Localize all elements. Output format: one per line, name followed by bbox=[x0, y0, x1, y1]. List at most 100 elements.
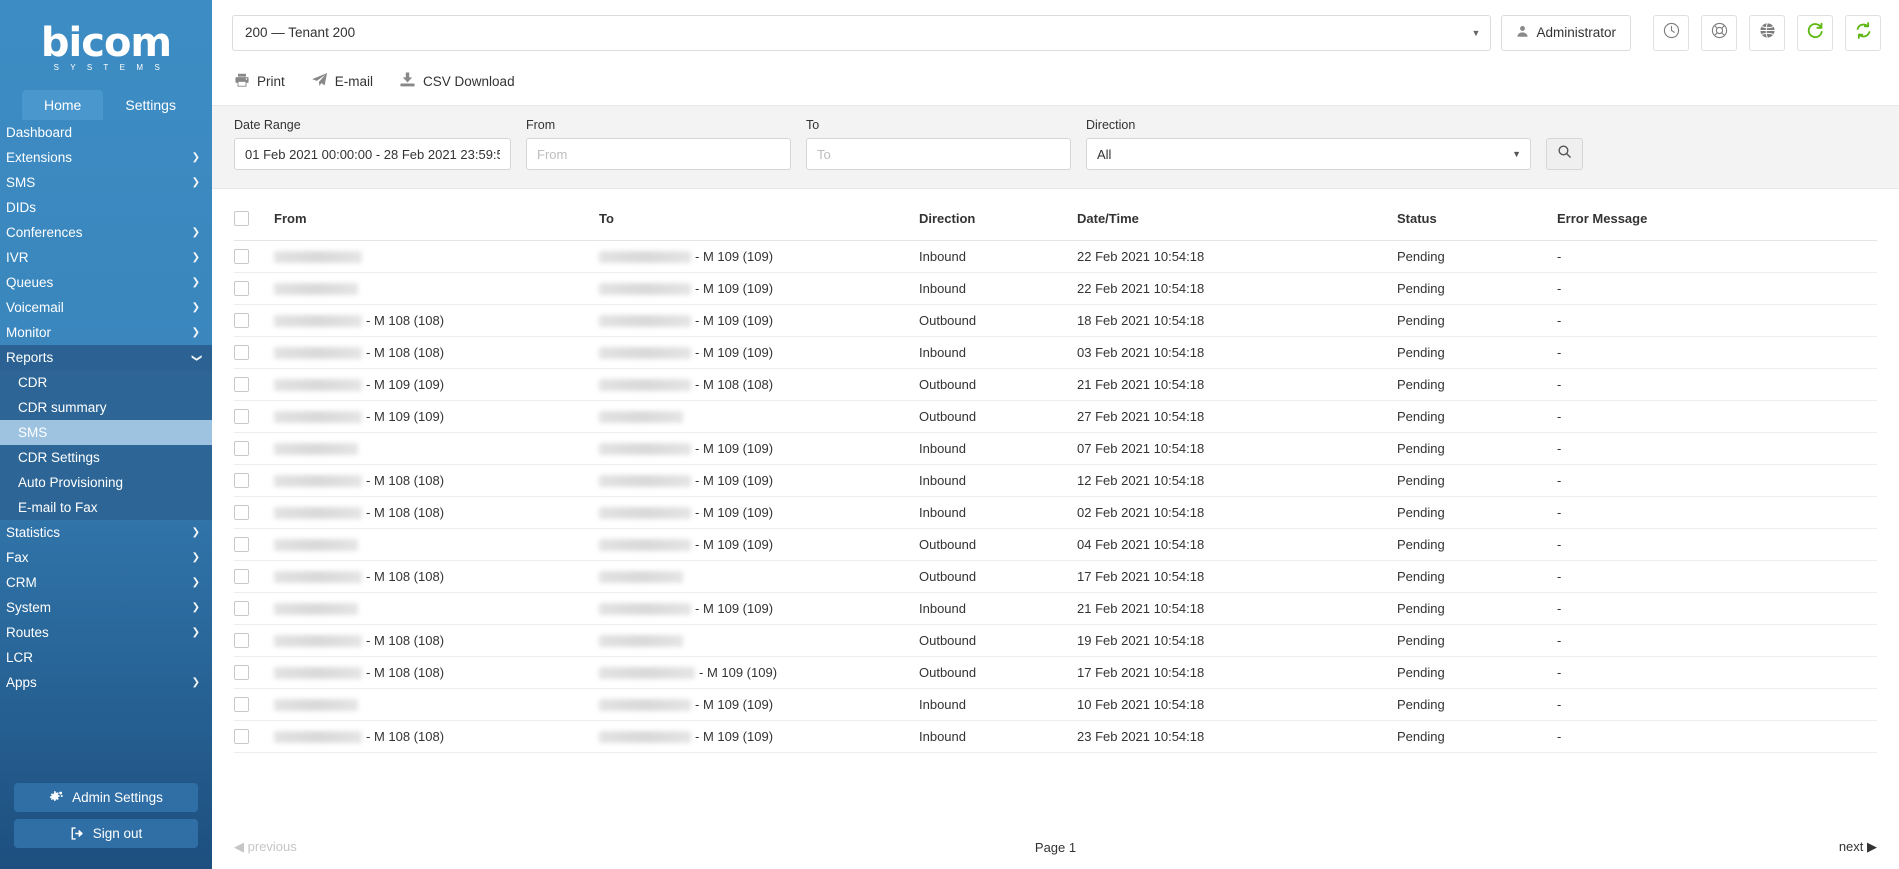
table-row[interactable]: - M 109 (109) Inbound 21 Feb 2021 10:54:18… bbox=[234, 592, 1877, 625]
sidebar-item-crm[interactable]: CRM ❯ bbox=[0, 570, 212, 595]
sidebar-item-lcr[interactable]: LCR bbox=[0, 645, 212, 670]
sidebar-item-extensions[interactable]: Extensions ❯ bbox=[0, 145, 212, 170]
tab-settings[interactable]: Settings bbox=[103, 90, 198, 120]
sync-icon-button[interactable] bbox=[1845, 14, 1881, 51]
topbar: 200 — Tenant 200 ▼ Administrator bbox=[212, 0, 1899, 65]
table-row[interactable]: - M 109 (109) Inbound 22 Feb 2021 10:54:18… bbox=[234, 272, 1877, 305]
brand-logo[interactable]: bicom S Y S T E M S bbox=[0, 0, 212, 90]
redacted-phone-number bbox=[599, 506, 691, 519]
redacted-phone-number bbox=[599, 474, 691, 487]
tenant-select-value: 200 — Tenant 200 bbox=[245, 25, 356, 40]
row-checkbox[interactable] bbox=[234, 729, 249, 744]
sidebar-item-voicemail[interactable]: Voicemail ❯ bbox=[0, 295, 212, 320]
table-row[interactable]: - M 109 (109) Outbound 04 Feb 2021 10:54:1… bbox=[234, 528, 1877, 561]
previous-page-button[interactable]: ◀ previous bbox=[234, 839, 297, 855]
row-checkbox[interactable] bbox=[234, 377, 249, 392]
sidebar-item-cdr[interactable]: CDR bbox=[0, 370, 212, 395]
sidebar-item-dids[interactable]: DIDs bbox=[0, 195, 212, 220]
sidebar-item-fax[interactable]: Fax ❯ bbox=[0, 545, 212, 570]
sidebar-item-routes[interactable]: Routes ❯ bbox=[0, 620, 212, 645]
help-icon-button[interactable] bbox=[1701, 14, 1737, 51]
sidebar-item-ivr[interactable]: IVR ❯ bbox=[0, 245, 212, 270]
cell-error-message: - bbox=[1557, 688, 1877, 721]
table-row[interactable]: - M 108 (108) - M 109 (109) Outbound 17 Feb… bbox=[234, 656, 1877, 689]
globe-icon-button[interactable] bbox=[1749, 14, 1785, 51]
cell-error-message: - bbox=[1557, 240, 1877, 273]
next-page-button[interactable]: next ▶ bbox=[1839, 839, 1877, 855]
sidebar-item-reports[interactable]: Reports ❯ bbox=[0, 345, 212, 370]
column-header-from[interactable]: From bbox=[274, 189, 599, 241]
table-row[interactable]: - M 108 (108) - M 109 (109) Inbound 03 Feb … bbox=[234, 336, 1877, 369]
select-all-checkbox[interactable] bbox=[234, 211, 249, 226]
admin-settings-button[interactable]: Admin Settings bbox=[14, 783, 198, 812]
column-header-to[interactable]: To bbox=[599, 189, 919, 241]
sidebar-item-statistics[interactable]: Statistics ❯ bbox=[0, 520, 212, 545]
to-input[interactable] bbox=[806, 138, 1071, 170]
table-row[interactable]: - M 109 (109) - M 108 (108) Outbound 21 Feb… bbox=[234, 368, 1877, 401]
row-checkbox[interactable] bbox=[234, 665, 249, 680]
row-checkbox[interactable] bbox=[234, 601, 249, 616]
sidebar-item-auto-provisioning[interactable]: Auto Provisioning bbox=[0, 470, 212, 495]
tab-home[interactable]: Home bbox=[22, 90, 104, 120]
print-button[interactable]: Print bbox=[234, 72, 285, 91]
cell-from: - M 108 (108) bbox=[274, 304, 599, 337]
sidebar-item-e-mail-to-fax[interactable]: E-mail to Fax bbox=[0, 495, 212, 520]
row-select-cell bbox=[234, 720, 274, 753]
from-input[interactable] bbox=[526, 138, 791, 170]
clock-icon-button[interactable] bbox=[1653, 14, 1689, 51]
refresh-icon-button[interactable] bbox=[1797, 14, 1833, 51]
search-button[interactable] bbox=[1546, 138, 1583, 170]
row-checkbox[interactable] bbox=[234, 473, 249, 488]
sidebar-item-cdr-summary[interactable]: CDR summary bbox=[0, 395, 212, 420]
column-header-error-message[interactable]: Error Message bbox=[1557, 189, 1877, 241]
sidebar-item-cdr-settings[interactable]: CDR Settings bbox=[0, 445, 212, 470]
sidebar-item-dashboard[interactable]: Dashboard bbox=[0, 120, 212, 145]
print-label: Print bbox=[257, 73, 285, 89]
row-checkbox[interactable] bbox=[234, 537, 249, 552]
sidebar-item-sms[interactable]: SMS bbox=[0, 420, 212, 445]
email-button[interactable]: E-mail bbox=[311, 71, 373, 91]
redacted-phone-number bbox=[274, 442, 358, 455]
tenant-select[interactable]: 200 — Tenant 200 ▼ bbox=[232, 14, 1492, 51]
table-row[interactable]: - M 108 (108) - M 109 (109) Inbound 23 Feb … bbox=[234, 720, 1877, 753]
table-row[interactable]: - M 108 (108) - M 109 (109) Inbound 12 Feb … bbox=[234, 464, 1877, 497]
table-row[interactable]: - M 108 (108) Outbound 17 Feb 2021 10:54:1… bbox=[234, 560, 1877, 593]
sign-out-button[interactable]: Sign out bbox=[14, 819, 198, 848]
sidebar-item-apps[interactable]: Apps ❯ bbox=[0, 670, 212, 695]
row-checkbox[interactable] bbox=[234, 345, 249, 360]
sidebar-item-label: System bbox=[6, 600, 52, 615]
row-checkbox[interactable] bbox=[234, 569, 249, 584]
column-header-status[interactable]: Status bbox=[1397, 189, 1557, 241]
row-checkbox[interactable] bbox=[234, 697, 249, 712]
administrator-button[interactable]: Administrator bbox=[1501, 14, 1631, 51]
row-checkbox[interactable] bbox=[234, 281, 249, 296]
row-checkbox[interactable] bbox=[234, 249, 249, 264]
table-row[interactable]: - M 109 (109) Inbound 07 Feb 2021 10:54:18… bbox=[234, 432, 1877, 465]
table-row[interactable]: - M 108 (108) Outbound 19 Feb 2021 10:54:1… bbox=[234, 624, 1877, 657]
sidebar-item-queues[interactable]: Queues ❯ bbox=[0, 270, 212, 295]
table-row[interactable]: - M 108 (108) - M 109 (109) Inbound 02 Feb … bbox=[234, 496, 1877, 529]
sidebar-item-sms[interactable]: SMS ❯ bbox=[0, 170, 212, 195]
cell-direction: Outbound bbox=[919, 304, 1077, 337]
row-checkbox[interactable] bbox=[234, 441, 249, 456]
sidebar-item-system[interactable]: System ❯ bbox=[0, 595, 212, 620]
row-checkbox[interactable] bbox=[234, 633, 249, 648]
table-row[interactable]: - M 108 (108) - M 109 (109) Outbound 18 Feb… bbox=[234, 304, 1877, 337]
cell-to bbox=[599, 624, 919, 657]
csv-download-button[interactable]: CSV Download bbox=[399, 71, 515, 91]
date-range-input[interactable] bbox=[234, 138, 511, 170]
table-row[interactable]: - M 109 (109) Outbound 27 Feb 2021 10:54:1… bbox=[234, 400, 1877, 433]
cell-datetime: 03 Feb 2021 10:54:18 bbox=[1077, 336, 1397, 369]
row-checkbox[interactable] bbox=[234, 505, 249, 520]
column-header-datetime[interactable]: Date/Time bbox=[1077, 189, 1397, 241]
gears-icon bbox=[49, 790, 64, 805]
column-header-direction[interactable]: Direction bbox=[919, 189, 1077, 241]
table-row[interactable]: - M 109 (109) Inbound 22 Feb 2021 10:54:18… bbox=[234, 240, 1877, 273]
sidebar-item-conferences[interactable]: Conferences ❯ bbox=[0, 220, 212, 245]
direction-select[interactable]: All bbox=[1086, 138, 1531, 170]
sidebar-item-monitor[interactable]: Monitor ❯ bbox=[0, 320, 212, 345]
row-select-cell bbox=[234, 688, 274, 721]
row-checkbox[interactable] bbox=[234, 313, 249, 328]
table-row[interactable]: - M 109 (109) Inbound 10 Feb 2021 10:54:18… bbox=[234, 688, 1877, 721]
row-checkbox[interactable] bbox=[234, 409, 249, 424]
